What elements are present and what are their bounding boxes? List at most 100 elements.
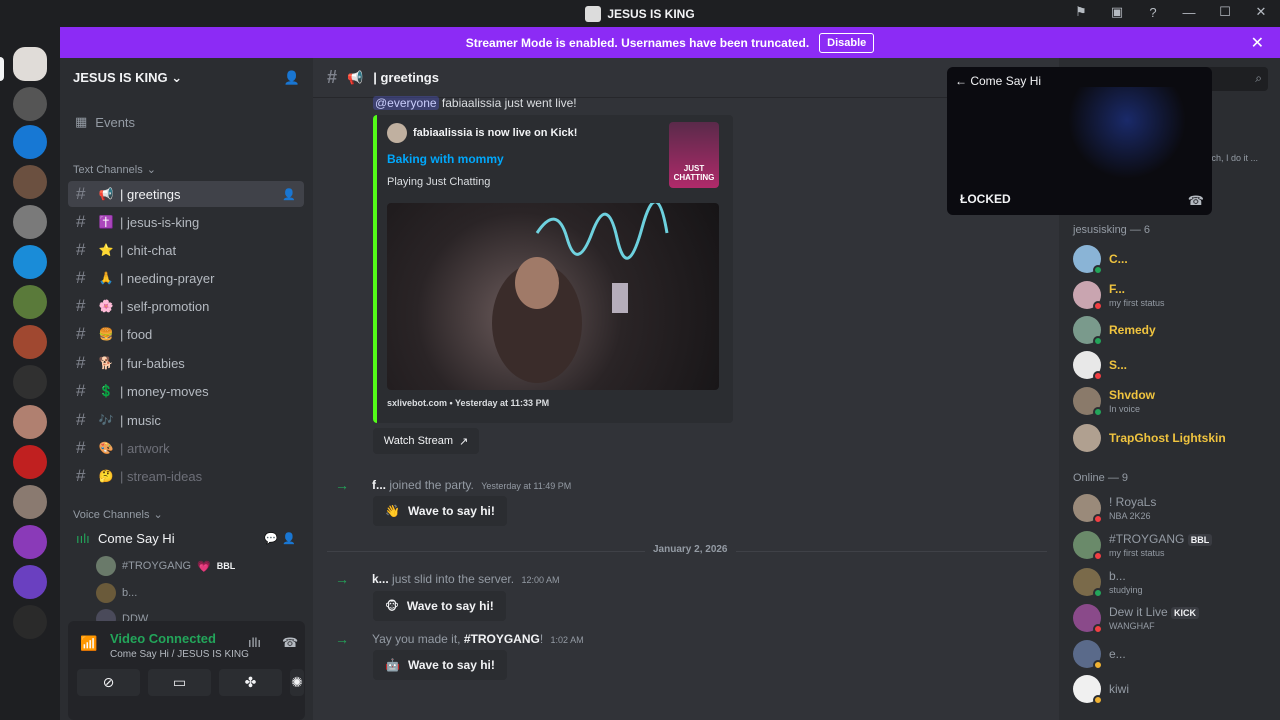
channel-money-moves[interactable]: # 💲 | money-moves — [68, 378, 304, 404]
channel-self-promotion[interactable]: # 🌸 | self-promotion — [68, 293, 304, 319]
member-item[interactable]: Shvdow In voice — [1073, 387, 1155, 417]
category-text-channels[interactable]: Text Channels ⌄ — [73, 163, 156, 177]
close-banner-icon[interactable]: ✕ — [1251, 33, 1264, 53]
chat-bubble-icon[interactable]: 💬 — [264, 532, 278, 545]
member-item[interactable]: S... — [1073, 351, 1127, 381]
server-icon[interactable] — [13, 325, 47, 359]
voice-status[interactable]: Video Connected — [110, 631, 216, 646]
server-icon[interactable] — [13, 485, 47, 519]
camera-toggle-button[interactable]: ⊘ — [77, 669, 140, 696]
avatar — [1073, 281, 1103, 311]
voice-location: Come Say Hi / JESUS IS KING — [110, 649, 249, 660]
stream-preview-image[interactable] — [387, 203, 719, 390]
server-icon[interactable] — [13, 365, 47, 399]
wave-button[interactable]: 🤖 Wave to say hi! — [373, 650, 507, 680]
create-invite-icon[interactable]: 👤 — [282, 188, 296, 201]
server-icon[interactable] — [13, 525, 47, 559]
server-icon[interactable] — [13, 405, 47, 439]
popout-channel-name: Come Say Hi — [970, 74, 1042, 88]
member-item[interactable]: kiwi — [1073, 675, 1129, 705]
maximize-icon[interactable]: ☐ — [1216, 4, 1234, 20]
hash-icon: # — [76, 268, 86, 287]
screen-share-button[interactable]: ▭ — [148, 669, 211, 696]
channel-fur-babies[interactable]: # 🐕 | fur-babies — [68, 350, 304, 376]
hang-up-icon[interactable]: ☎ — [1188, 193, 1204, 209]
category-label: Text Channels — [73, 163, 143, 176]
disable-streamer-mode-button[interactable]: Disable — [819, 32, 875, 53]
events-item[interactable]: ▦ Events — [75, 114, 135, 130]
wave-button[interactable]: 🐵 Wave to say hi! — [373, 591, 506, 621]
member-item[interactable]: C... — [1073, 245, 1128, 275]
server-icon[interactable] — [13, 605, 47, 639]
member-group-header: Online — 9 — [1073, 472, 1129, 484]
server-icon-active[interactable] — [13, 47, 47, 81]
member-item[interactable]: #TROYGANG BBL my first status — [1073, 531, 1213, 561]
channel-music[interactable]: # 🎶 | music — [68, 407, 304, 433]
member-name: Remedy — [1109, 323, 1156, 337]
invite-icon[interactable]: 👤 — [284, 70, 300, 86]
voice-channel-come-say-hi[interactable]: ıılı Come Say Hi 💬 👤 — [68, 525, 304, 551]
server-icon[interactable] — [13, 87, 47, 121]
avatar — [96, 583, 116, 603]
message-text: fabiaalissia just went live! — [441, 96, 577, 110]
channel-artwork[interactable]: # 🎨 | artwork — [68, 435, 304, 461]
window-controls: ⚑ ▣ ? — ☐ ✕ — [1072, 4, 1270, 20]
soundboard-button[interactable]: ✺ — [290, 669, 304, 696]
server-icon[interactable] — [13, 445, 47, 479]
chevron-down-icon: ⌄ — [171, 70, 183, 85]
member-item[interactable]: TrapGhost Lightskin — [1073, 424, 1226, 452]
member-item[interactable]: ! RoyaLs NBA 2K26 — [1073, 494, 1156, 524]
noise-suppression-icon[interactable]: ıllı — [248, 635, 261, 650]
embed-thumbnail[interactable]: JUST CHATTING — [669, 122, 719, 188]
minimize-icon[interactable]: — — [1180, 5, 1198, 20]
avatar — [1073, 424, 1101, 452]
wave-button[interactable]: 👋 Wave to say hi! — [373, 496, 507, 526]
member-item[interactable]: b... studying — [1073, 568, 1143, 598]
server-icon[interactable] — [13, 245, 47, 279]
voice-member[interactable]: b... — [96, 583, 137, 603]
channel-stream-ideas[interactable]: # 🤔 | stream-ideas — [68, 463, 304, 489]
username[interactable]: k... — [372, 572, 389, 586]
help-icon[interactable]: ? — [1144, 5, 1162, 20]
member-item[interactable]: e... — [1073, 640, 1126, 670]
watch-stream-button[interactable]: Watch Stream ↗ — [373, 428, 479, 454]
signal-icon[interactable]: 📶 — [80, 635, 97, 652]
category-voice-channels[interactable]: Voice Channels ⌄ — [73, 508, 163, 522]
channel-greetings[interactable]: # 📢 | greetings 👤 — [68, 181, 304, 207]
neon-sign-graphic — [492, 203, 669, 383]
voice-popout[interactable]: ← Come Say Hi ŁOCKED ☎ — [947, 67, 1212, 215]
server-icon[interactable] — [13, 165, 47, 199]
username[interactable]: f... — [372, 478, 386, 492]
channel-food[interactable]: # 🍔 | food — [68, 321, 304, 347]
channel-chit-chat[interactable]: # ⭐ | chit-chat — [68, 237, 304, 263]
channel-emoji: 🎶 — [98, 413, 114, 427]
username[interactable]: #TROYGANG — [464, 632, 540, 646]
close-window-icon[interactable]: ✕ — [1252, 4, 1270, 20]
channel-emoji: 💲 — [98, 384, 114, 398]
member-item[interactable]: Remedy — [1073, 316, 1156, 346]
channel-emoji: 🌸 — [98, 299, 114, 313]
member-item[interactable]: Dew it Live KICK WANGHAF — [1073, 604, 1200, 634]
everyone-mention[interactable]: @everyone — [373, 96, 439, 110]
invite-icon[interactable]: 👤 — [282, 532, 296, 545]
server-icon[interactable] — [13, 565, 47, 599]
channel-jesus-is-king[interactable]: # ✝️ | jesus-is-king — [68, 209, 304, 235]
channel-label: | artwork — [120, 440, 170, 456]
server-header[interactable]: JESUS IS KING ⌄ 👤 — [60, 58, 313, 98]
channel-needing-prayer[interactable]: # 🙏 | needing-prayer — [68, 265, 304, 291]
server-icon[interactable] — [13, 125, 47, 159]
banner-text: Streamer Mode is enabled. Usernames have… — [465, 35, 810, 50]
disconnect-icon[interactable]: ☎ — [282, 635, 298, 651]
screen-share-icon[interactable]: ▣ — [1108, 4, 1126, 20]
voice-member[interactable]: #TROYGANG 💗 BBL — [96, 556, 235, 576]
join-message: k... just slid into the server. 12:00 AM — [372, 572, 559, 586]
inbox-flag-icon[interactable]: ⚑ — [1072, 4, 1090, 20]
hash-icon: # — [76, 438, 86, 457]
activities-button[interactable]: ✤ — [219, 669, 282, 696]
timestamp: 12:00 AM — [521, 575, 560, 585]
member-item[interactable]: F... my first status — [1073, 281, 1165, 311]
embed-title-link[interactable]: Baking with mommy — [387, 152, 504, 166]
server-icon[interactable] — [13, 285, 47, 319]
server-icon[interactable] — [13, 205, 47, 239]
back-to-channel-link[interactable]: ← Come Say Hi — [955, 74, 1041, 88]
